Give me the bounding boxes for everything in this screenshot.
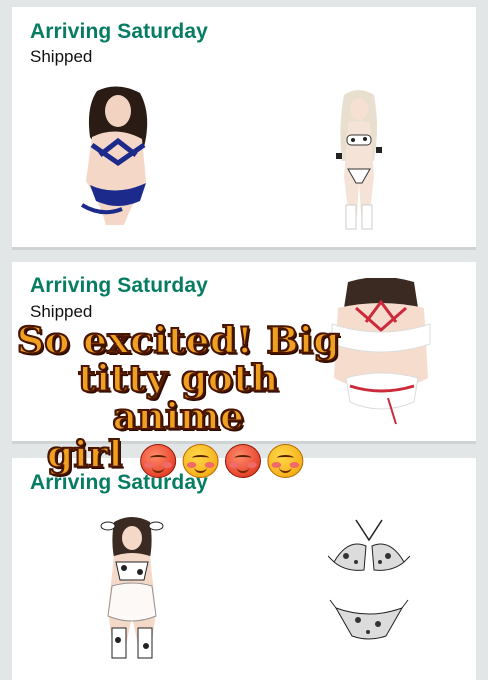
caption-line-2: titty goth anime bbox=[77, 358, 279, 438]
face-with-hearts-emoji bbox=[140, 443, 177, 478]
delivery-status: Arriving Saturday bbox=[30, 20, 208, 43]
shipment-status: Shipped bbox=[30, 302, 93, 321]
product-image-cow-maid-outfit[interactable] bbox=[100, 516, 164, 662]
caption-line-1: So excited! Big bbox=[16, 320, 341, 362]
product-image-cow-print-set[interactable] bbox=[328, 87, 390, 233]
smiling-face-with-hearts-emoji bbox=[182, 443, 219, 478]
meme-caption-overlay: So excited! Big titty goth anime girl bbox=[14, 320, 343, 478]
product-image-lingerie-navy[interactable] bbox=[62, 85, 170, 231]
smiling-face-with-hearts-emoji bbox=[267, 443, 304, 478]
order-card-1[interactable]: Arriving Saturday Shipped bbox=[12, 7, 476, 250]
order-card-3[interactable]: Arriving Saturday bbox=[12, 458, 476, 680]
caption-line-3: girl bbox=[46, 434, 124, 476]
product-image-print-bikini[interactable] bbox=[328, 516, 410, 646]
delivery-status: Arriving Saturday bbox=[30, 274, 208, 297]
shipment-status: Shipped bbox=[30, 47, 93, 66]
hot-face-emoji bbox=[224, 443, 261, 478]
